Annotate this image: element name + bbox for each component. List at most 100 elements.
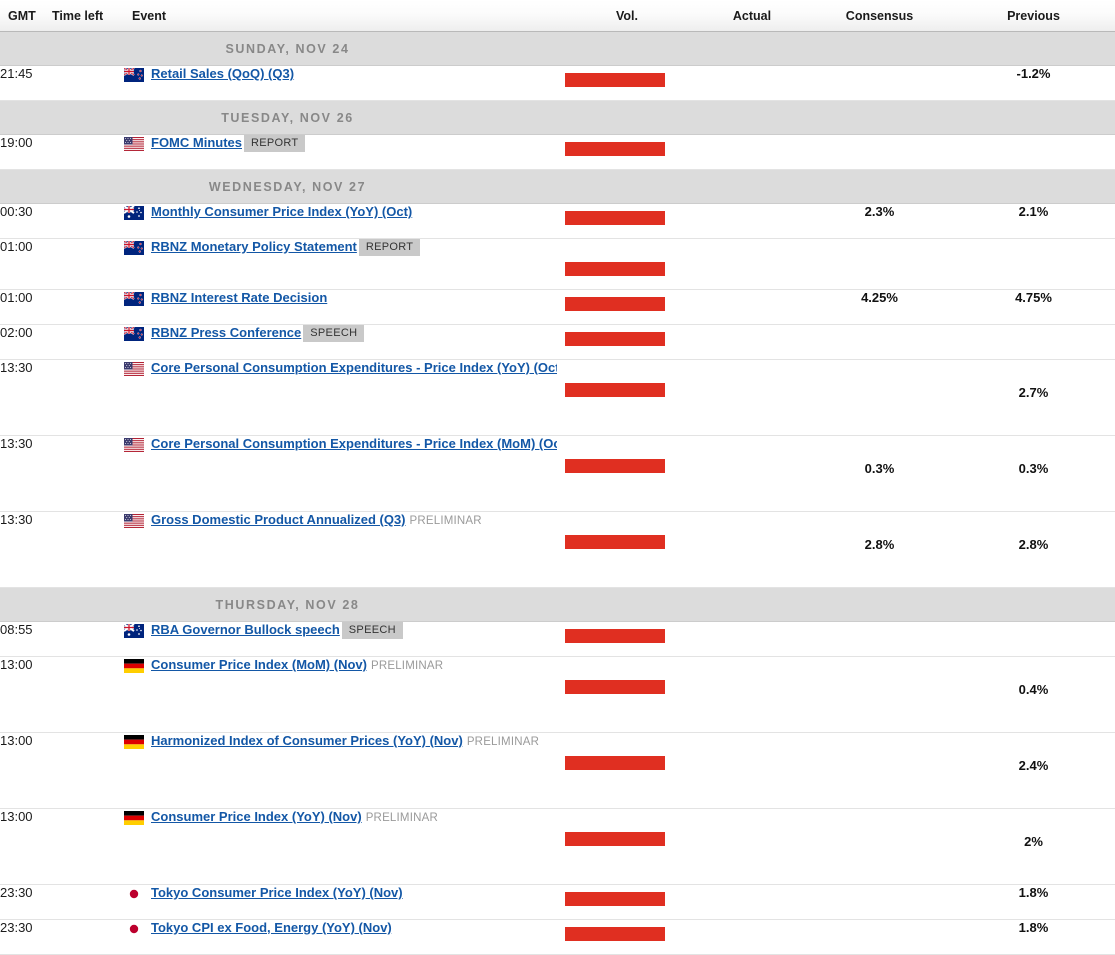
event-content: Harmonized Index of Consumer Prices (YoY…: [124, 733, 557, 750]
japan-flag: [124, 922, 144, 936]
event-time: 19:00: [0, 135, 52, 170]
event-content: FOMC MinutesREPORT: [124, 135, 557, 153]
previous-value: 2.4%: [952, 733, 1115, 809]
event-text-wrap: Core Personal Consumption Expenditures -…: [151, 436, 569, 451]
previous-value: 0.3%: [952, 436, 1115, 512]
event-link[interactable]: Gross Domestic Product Annualized (Q3): [151, 512, 406, 527]
event-row[interactable]: 08:55 RBA Governor Bullock speechSPEECH: [0, 622, 1115, 657]
column-header-time-left[interactable]: Time left: [52, 0, 124, 32]
event-link[interactable]: Tokyo CPI ex Food, Energy (YoY) (Nov): [151, 920, 392, 935]
event-row[interactable]: 23:30 Tokyo Consumer Price Index (YoY) (N…: [0, 885, 1115, 920]
volatility-bar: [565, 211, 665, 225]
consensus-value: [807, 360, 952, 436]
united-states-flag: [124, 514, 144, 528]
event-link[interactable]: RBNZ Monetary Policy Statement: [151, 239, 357, 254]
preliminary-label: PRELIMINAR: [467, 735, 539, 750]
event-link[interactable]: RBNZ Interest Rate Decision: [151, 290, 327, 305]
germany-flag: [124, 735, 144, 749]
event-link[interactable]: RBA Governor Bullock speech: [151, 622, 340, 637]
australia-flag: [124, 206, 144, 220]
column-header-previous[interactable]: Previous: [952, 0, 1115, 32]
volatility-cell: [557, 733, 697, 809]
event-time-left: [52, 325, 124, 360]
volatility-bar: [565, 332, 665, 346]
volatility-cell: [557, 66, 697, 101]
column-header-gmt[interactable]: GMT: [0, 0, 52, 32]
event-text-wrap: Core Personal Consumption Expenditures -…: [151, 360, 564, 375]
event-time: 13:30: [0, 360, 52, 436]
event-time: 13:30: [0, 512, 52, 588]
event-row[interactable]: 13:00Harmonized Index of Consumer Prices…: [0, 733, 1115, 809]
volatility-cell: [557, 325, 697, 360]
column-header-event[interactable]: Event: [124, 0, 557, 32]
event-row[interactable]: 13:00Consumer Price Index (YoY) (Nov)PRE…: [0, 809, 1115, 885]
event-time-left: [52, 885, 124, 920]
event-link[interactable]: Consumer Price Index (YoY) (Nov): [151, 809, 362, 824]
actual-value: [697, 66, 807, 101]
event-content: RBA Governor Bullock speechSPEECH: [124, 622, 557, 640]
event-time-left: [52, 204, 124, 239]
consensus-value: 2.3%: [807, 204, 952, 239]
column-header-vol[interactable]: Vol.: [557, 0, 697, 32]
new-zealand-flag: [124, 68, 144, 82]
event-content: Retail Sales (QoQ) (Q3): [124, 66, 557, 82]
event-time: 02:00: [0, 325, 52, 360]
event-row[interactable]: 21:45Retail Sales (QoQ) (Q3)-1.2%: [0, 66, 1115, 101]
actual-value: [697, 436, 807, 512]
event-row[interactable]: 01:00RBNZ Monetary Policy StatementREPOR…: [0, 239, 1115, 290]
event-link[interactable]: Consumer Price Index (MoM) (Nov): [151, 657, 367, 672]
day-separator-row: SUNDAY, NOV 24: [0, 32, 1115, 66]
event-link[interactable]: Core Personal Consumption Expenditures -…: [151, 436, 569, 451]
event-row[interactable]: 02:00RBNZ Press ConferenceSPEECH: [0, 325, 1115, 360]
consensus-value: [807, 733, 952, 809]
volatility-bar: [565, 629, 665, 643]
volatility-bar: [565, 262, 665, 276]
event-time: 23:30: [0, 885, 52, 920]
germany-flag: [124, 811, 144, 825]
event-link[interactable]: Tokyo Consumer Price Index (YoY) (Nov): [151, 885, 403, 900]
event-link[interactable]: Core Personal Consumption Expenditures -…: [151, 360, 564, 375]
day-separator-row: WEDNESDAY, NOV 27: [0, 170, 1115, 204]
germany-flag: [124, 659, 144, 673]
event-row[interactable]: 01:00RBNZ Interest Rate Decision4.25%4.7…: [0, 290, 1115, 325]
previous-value: 2.8%: [952, 512, 1115, 588]
consensus-value: [807, 657, 952, 733]
event-cell: Core Personal Consumption Expenditures -…: [124, 360, 557, 436]
event-row[interactable]: 23:30Tokyo CPI ex Food, Energy (YoY) (No…: [0, 920, 1115, 955]
volatility-bar: [565, 832, 665, 846]
actual-value: [697, 290, 807, 325]
event-text-wrap: FOMC MinutesREPORT: [151, 135, 305, 153]
event-cell: RBNZ Interest Rate Decision: [124, 290, 557, 325]
event-link[interactable]: Retail Sales (QoQ) (Q3): [151, 66, 294, 81]
volatility-bar: [565, 383, 665, 397]
column-header-actual[interactable]: Actual: [697, 0, 807, 32]
event-row[interactable]: 13:00Consumer Price Index (MoM) (Nov)PRE…: [0, 657, 1115, 733]
event-row[interactable]: 00:30Monthly Consumer Price Index (YoY) …: [0, 204, 1115, 239]
event-cell: Monthly Consumer Price Index (YoY) (Oct): [124, 204, 557, 239]
event-cell: Consumer Price Index (YoY) (Nov)PRELIMIN…: [124, 809, 557, 885]
event-row[interactable]: 13:30Core Personal Consumption Expenditu…: [0, 436, 1115, 512]
column-header-consensus[interactable]: Consensus: [807, 0, 952, 32]
event-time: 08:55: [0, 622, 52, 657]
event-row[interactable]: 13:30 Gross Domestic Product Annualized (…: [0, 512, 1115, 588]
event-content: Consumer Price Index (YoY) (Nov)PRELIMIN…: [124, 809, 557, 826]
event-row[interactable]: 13:30 Core Personal Consumption Expenditu…: [0, 360, 1115, 436]
event-link[interactable]: Monthly Consumer Price Index (YoY) (Oct): [151, 204, 412, 219]
volatility-bar: [565, 535, 665, 549]
previous-value: 0.4%: [952, 657, 1115, 733]
event-text-wrap: Harmonized Index of Consumer Prices (YoY…: [151, 733, 539, 750]
event-link[interactable]: Harmonized Index of Consumer Prices (YoY…: [151, 733, 463, 748]
event-time-left: [52, 436, 124, 512]
event-time-left: [52, 239, 124, 290]
event-link[interactable]: RBNZ Press Conference: [151, 325, 301, 340]
event-cell: Core Personal Consumption Expenditures -…: [124, 436, 557, 512]
event-text-wrap: Gross Domestic Product Annualized (Q3)PR…: [151, 512, 482, 529]
japan-flag: [124, 887, 144, 901]
event-content: Monthly Consumer Price Index (YoY) (Oct): [124, 204, 557, 220]
event-row[interactable]: 19:00 FOMC MinutesREPORT: [0, 135, 1115, 170]
event-time-left: [52, 657, 124, 733]
event-link[interactable]: FOMC Minutes: [151, 135, 242, 150]
consensus-value: [807, 325, 952, 360]
united-states-flag: [124, 362, 144, 376]
previous-value: 1.8%: [952, 885, 1115, 920]
